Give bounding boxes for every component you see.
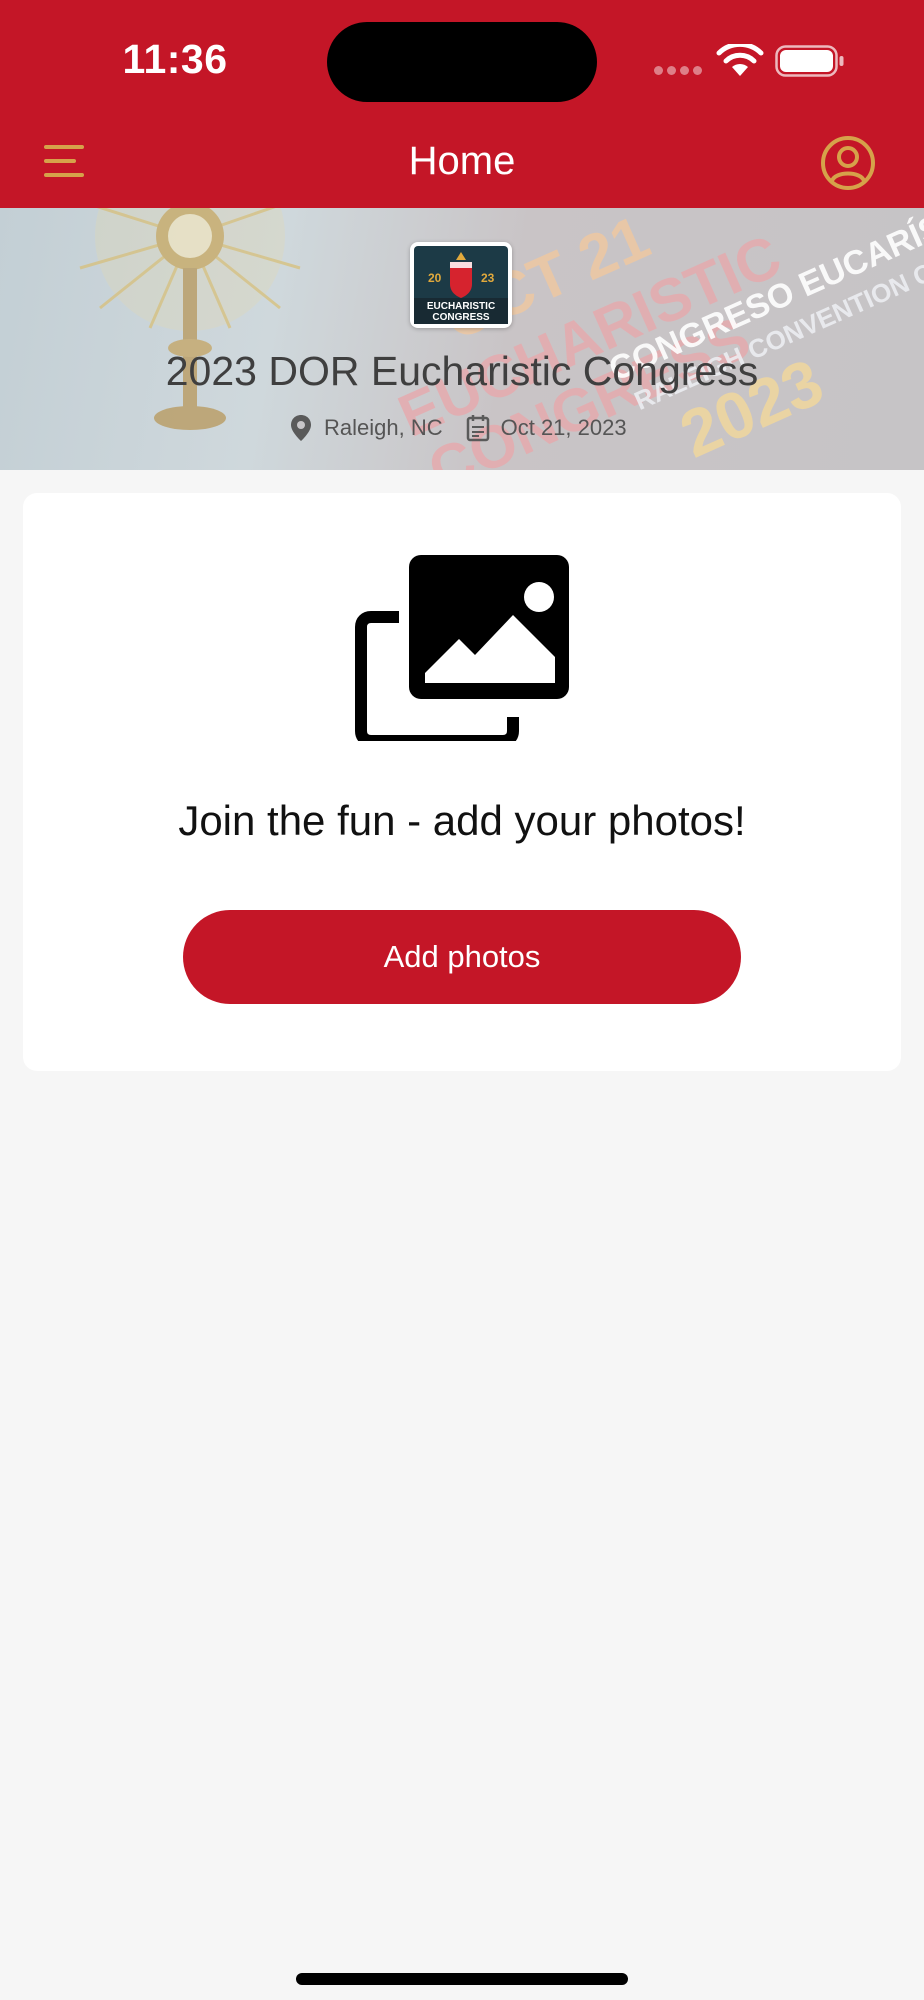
empty-state-message: Join the fun - add your photos! bbox=[178, 797, 746, 844]
event-date: Oct 21, 2023 bbox=[465, 414, 627, 442]
add-photos-button[interactable]: Add photos bbox=[183, 910, 741, 1004]
event-location: Raleigh, NC bbox=[288, 413, 443, 443]
cellular-signal-icon bbox=[654, 66, 704, 76]
svg-text:20: 20 bbox=[428, 271, 442, 285]
event-location-text: Raleigh, NC bbox=[324, 415, 443, 440]
profile-button[interactable] bbox=[818, 133, 878, 193]
photo-gallery-icon bbox=[355, 555, 569, 741]
event-date-text: Oct 21, 2023 bbox=[500, 415, 627, 440]
event-meta: Raleigh, NC Oct 21, 2023 bbox=[288, 408, 627, 448]
photos-empty-state-card: Join the fun - add your photos! Add phot… bbox=[23, 493, 901, 1071]
page-title: Home bbox=[408, 139, 516, 183]
user-circle-icon bbox=[821, 136, 875, 190]
home-indicator bbox=[296, 1973, 628, 1985]
event-banner: OCT 21 EUCHARISTIC CONGRESS CONGRESO EUC… bbox=[0, 208, 924, 470]
menu-button[interactable] bbox=[34, 132, 94, 192]
hamburger-menu-icon bbox=[44, 145, 84, 177]
wifi-icon bbox=[716, 44, 764, 76]
event-title: 2023 DOR Eucharistic Congress bbox=[165, 348, 759, 394]
battery-icon bbox=[775, 45, 844, 77]
svg-text:CONGRESS: CONGRESS bbox=[432, 312, 490, 323]
status-bar-time: 11:36 bbox=[122, 36, 228, 82]
event-logo: 20 23 EUCHARISTIC CONGRESS bbox=[410, 242, 512, 328]
svg-text:EUCHARISTIC: EUCHARISTIC bbox=[427, 301, 495, 312]
svg-text:23: 23 bbox=[481, 271, 495, 285]
calendar-icon bbox=[466, 415, 489, 442]
dynamic-island bbox=[327, 22, 597, 102]
map-pin-icon bbox=[291, 415, 311, 441]
top-bar: 11:36 Home bbox=[0, 0, 924, 208]
